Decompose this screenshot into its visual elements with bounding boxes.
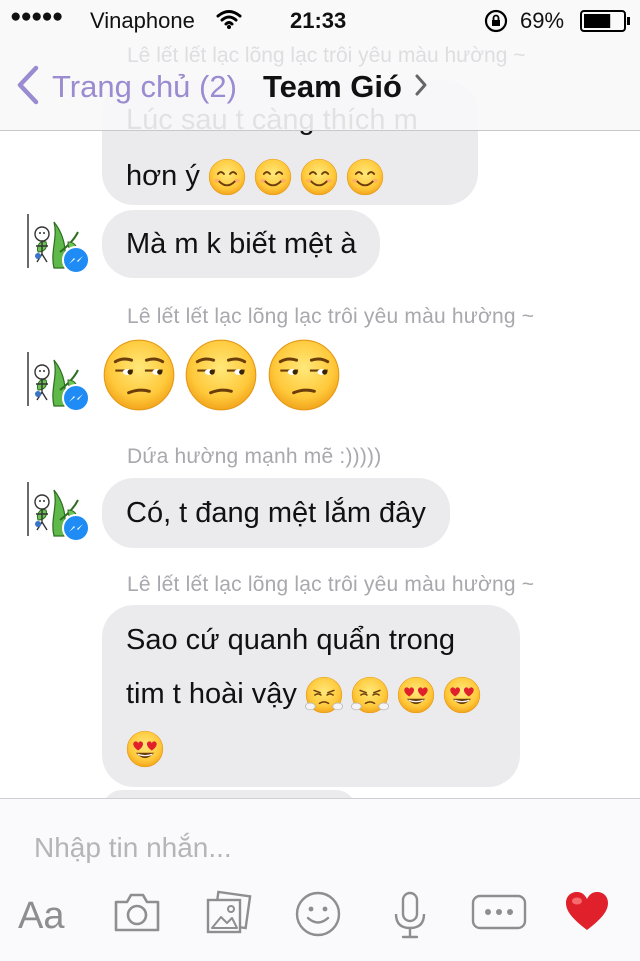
chevron-right-icon	[414, 73, 428, 102]
avatar[interactable]	[24, 212, 90, 274]
more-icon	[470, 890, 530, 934]
gallery-icon	[204, 890, 264, 936]
microphone-icon	[390, 890, 450, 940]
back-button-label: Trang chủ (2)	[52, 69, 237, 104]
steam-face-emoji	[350, 676, 389, 714]
top-bar: ●●●●● Vinaphone 21:33 69% Lê lết lết lạc…	[0, 0, 640, 131]
emoji-button[interactable]	[294, 890, 354, 942]
microphone-button[interactable]	[390, 890, 450, 942]
messenger-badge-icon	[62, 246, 90, 274]
smiling-emoji	[300, 158, 338, 196]
message-bubble[interactable]: Mà m k biết mệt à	[102, 210, 381, 278]
back-button[interactable]: Trang chủ (2)	[14, 64, 237, 110]
messenger-badge-icon	[62, 384, 90, 412]
message-bubble[interactable]: Sao cứ quanh quẩn trong tim t hoài vậy	[102, 605, 520, 787]
heart-eyes-emoji	[397, 676, 435, 714]
battery-icon	[580, 10, 632, 38]
navigation-bar: Lê lết lết lạc lõng lạc trôi yêu màu hườ…	[0, 44, 640, 130]
smiling-emoji	[254, 158, 292, 196]
sender-name: Lê lết lết lạc lõng lạc trôi yêu màu hườ…	[127, 305, 535, 328]
heart-eyes-emoji	[443, 676, 481, 714]
signal-strength-icon: ●●●●●	[10, 6, 63, 27]
more-button[interactable]	[470, 890, 530, 942]
avatar[interactable]	[24, 350, 90, 412]
status-bar: ●●●●● Vinaphone 21:33 69%	[0, 0, 640, 40]
unamused-emoji	[267, 338, 341, 412]
message-bubble[interactable]: Có, t đang mệt lắm đây	[102, 478, 450, 548]
battery-percent: 69%	[520, 8, 565, 33]
chevron-left-icon	[14, 65, 42, 110]
text-format-button[interactable]: Aa	[18, 890, 78, 942]
message-text: tim t hoài vậy	[126, 678, 297, 710]
clock: 21:33	[290, 8, 347, 33]
like-heart-button[interactable]	[564, 890, 624, 942]
message-input[interactable]	[32, 823, 596, 873]
heart-icon	[564, 890, 624, 932]
message-bubble[interactable]	[102, 790, 356, 798]
conversation-title[interactable]: Team Gió	[263, 64, 428, 110]
unamused-emoji	[184, 338, 258, 412]
wifi-icon	[216, 8, 242, 36]
unamused-emoji	[102, 338, 176, 412]
smiling-emoji	[346, 158, 384, 196]
smiling-emoji	[208, 158, 246, 196]
steam-face-emoji	[304, 676, 343, 714]
message-text: Sao cứ quanh quẩn trong	[126, 624, 455, 656]
gallery-button[interactable]	[204, 890, 264, 942]
page-title: Team Gió	[263, 69, 402, 104]
text-format-icon: Aa	[18, 895, 65, 937]
carrier-name: Vinaphone	[90, 8, 195, 33]
emoji-icon	[294, 890, 354, 938]
messenger-badge-icon	[62, 514, 90, 542]
rotation-lock-icon	[484, 9, 508, 39]
message-text: Mà m k biết mệt à	[126, 228, 357, 260]
sender-name: Dứa hường mạnh mẽ :)))))	[127, 445, 382, 468]
emoji-message[interactable]	[102, 338, 341, 412]
message-text: Có, t đang mệt lắm đây	[126, 497, 426, 529]
avatar[interactable]	[24, 480, 90, 542]
sender-name: Lê lết lết lạc lõng lạc trôi yêu màu hườ…	[127, 573, 535, 596]
camera-icon	[112, 890, 172, 934]
camera-button[interactable]	[112, 890, 172, 942]
message-text: hơn ý	[126, 160, 200, 192]
heart-eyes-emoji	[126, 730, 164, 768]
